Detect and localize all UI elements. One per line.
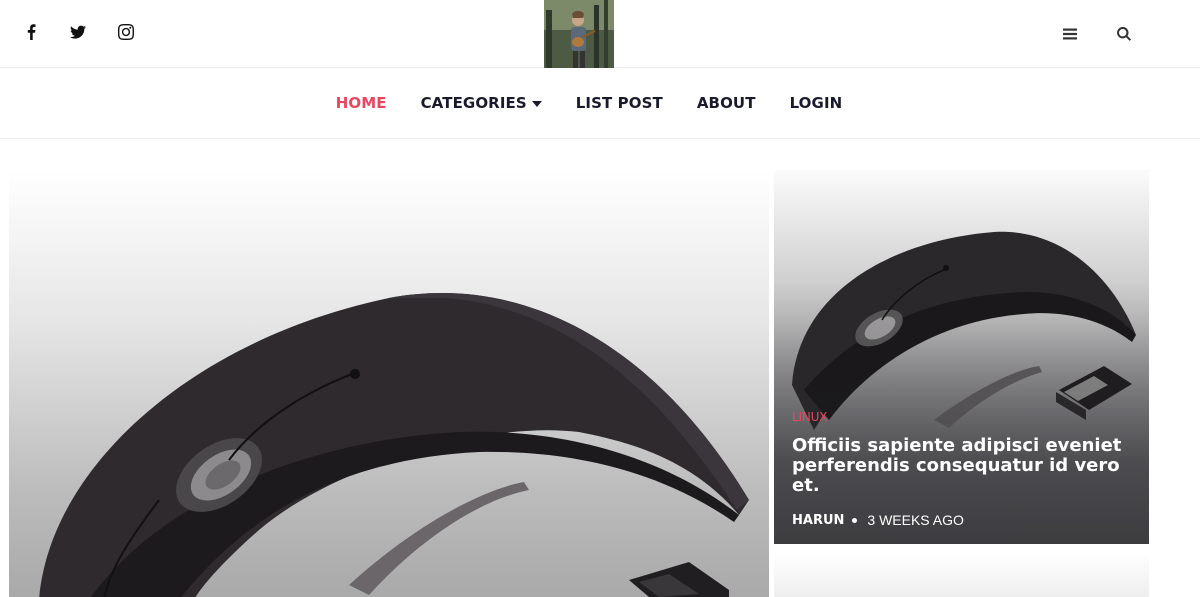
byline-separator: [852, 517, 858, 523]
post-category[interactable]: LINUX: [792, 410, 827, 424]
menu-icon: [1063, 28, 1077, 40]
facebook-link[interactable]: [18, 20, 42, 44]
instagram-icon: [118, 24, 134, 40]
main-nav: HOME CATEGORIES LIST POST ABOUT LOGIN: [0, 68, 1200, 139]
nav-item-categories[interactable]: CATEGORIES: [421, 94, 542, 112]
nav-list: HOME CATEGORIES LIST POST ABOUT LOGIN: [336, 94, 843, 112]
nav-item-label: CATEGORIES: [420, 94, 527, 112]
nav-item-label: LOGIN: [789, 94, 843, 112]
search-button[interactable]: [1112, 22, 1136, 46]
nav-item-list-post[interactable]: LIST POST: [576, 94, 663, 112]
post-author[interactable]: HARUN: [792, 513, 844, 528]
post-meta: LINUX Officiis sapiente adipisci eveniet…: [792, 408, 1131, 528]
featured-side-post-2[interactable]: [774, 551, 1149, 597]
facebook-icon: [27, 24, 36, 40]
twitter-link[interactable]: [66, 20, 90, 44]
post-time: 3 WEEKS AGO: [867, 512, 964, 528]
nav-item-label: HOME: [335, 94, 387, 112]
featured-main-post[interactable]: [9, 170, 769, 597]
site-logo[interactable]: [544, 0, 614, 69]
nav-item-login[interactable]: LOGIN: [790, 94, 843, 112]
search-icon: [1117, 26, 1132, 41]
top-bar: [0, 0, 1200, 69]
social-links: [18, 20, 162, 44]
header-actions: [1058, 22, 1136, 46]
nav-item-about[interactable]: ABOUT: [697, 94, 756, 112]
post-title[interactable]: Officiis sapiente adipisci eveniet perfe…: [792, 436, 1131, 496]
menu-button[interactable]: [1058, 22, 1082, 46]
featured-main-image: [39, 293, 749, 597]
caret-down-icon: [531, 100, 542, 107]
nav-item-label: LIST POST: [575, 94, 663, 112]
featured-side-post[interactable]: LINUX Officiis sapiente adipisci eveniet…: [774, 170, 1149, 544]
logo-image: [544, 0, 614, 69]
post-byline: HARUN 3 WEEKS AGO: [792, 512, 1131, 528]
nav-item-home[interactable]: HOME: [336, 94, 387, 112]
twitter-icon: [70, 25, 86, 39]
nav-item-label: ABOUT: [696, 94, 756, 112]
instagram-link[interactable]: [114, 20, 138, 44]
